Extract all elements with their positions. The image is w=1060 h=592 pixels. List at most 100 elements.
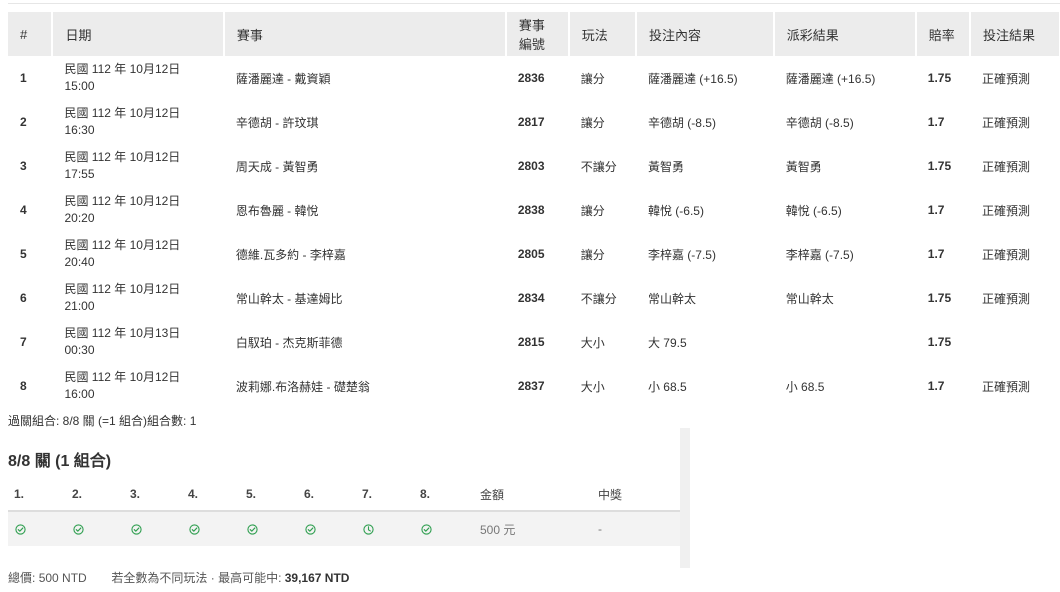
row-date-time: 15:00 [64, 79, 95, 93]
check-icon [421, 512, 432, 546]
row-odds: 1.75 [927, 291, 952, 305]
row-event-id: 2836 [517, 71, 545, 85]
row-date-day: 民國 112 年 10月12日 [64, 150, 181, 164]
row-date-time: 16:00 [64, 387, 95, 401]
row-odds: 1.7 [927, 115, 945, 129]
row-odds: 1.7 [927, 203, 945, 217]
win-header: 中獎 [598, 487, 623, 502]
row-play-type: 讓分 [580, 203, 605, 218]
row-event: 常山幹太 - 基達姆比 [235, 291, 343, 306]
row-bet-outcome: 正確預測 [982, 247, 1031, 262]
row-date: 民國 112 年 10月12日 17:55 [52, 144, 223, 188]
row-play-type: 不讓分 [580, 159, 617, 174]
max-win-note: 若全數為不同玩法 · 最高可能中: [111, 571, 282, 585]
row-event: 辛德胡 - 許玟琪 [235, 115, 319, 130]
leg-number-7: 7. [362, 487, 373, 501]
max-win-value: 39,167 NTD [284, 571, 350, 585]
row-bet-content: 薩潘麗達 (+16.5) [647, 71, 738, 86]
row-index: 5 [20, 247, 27, 261]
row-bet-content: 李梓嘉 (-7.5) [647, 247, 716, 262]
header-bet-outcome: 投注結果 [970, 12, 1059, 56]
table-row: 3 民國 112 年 10月12日 17:55 周天成 - 黃智勇 2803 不讓分 黃智勇… [8, 144, 1059, 188]
row-payout-result: 常山幹太 [785, 291, 834, 306]
table-row: 5 民國 112 年 10月12日 20:40 德維.瓦多約 - 李梓嘉 2805 讓分 李… [8, 232, 1059, 276]
row-bet-outcome: 正確預測 [982, 159, 1031, 174]
row-bet-content: 黃智勇 [647, 159, 684, 174]
row-payout-result: 黃智勇 [785, 159, 822, 174]
total-label: 總價: [8, 571, 36, 585]
leg-number-2: 2. [72, 487, 83, 501]
row-event-id: 2815 [517, 335, 545, 349]
header-event: 賽事 [223, 12, 507, 56]
row-date-time: 20:40 [64, 255, 95, 269]
row-index: 4 [20, 203, 27, 217]
row-bet-outcome: 正確預測 [982, 203, 1031, 218]
table-row: 7 民國 112 年 10月13日 00:30 白馭珀 - 杰克斯菲德 2815 大小 大 … [8, 320, 1059, 364]
row-bet-outcome: 正確預測 [982, 71, 1031, 86]
row-payout-result: 小 68.5 [785, 379, 825, 394]
check-icon [73, 512, 84, 546]
row-bet-content: 常山幹太 [647, 291, 696, 306]
top-divider [8, 3, 1060, 4]
row-date: 民國 112 年 10月12日 16:00 [52, 364, 223, 408]
row-date-time: 20:20 [64, 211, 95, 225]
header-odds: 賠率 [915, 12, 972, 56]
row-bet-content: 韓悅 (-6.5) [647, 203, 704, 218]
row-event: 白馭珀 - 杰克斯菲德 [235, 335, 343, 350]
row-play-type: 大小 [580, 379, 605, 394]
row-date: 民國 112 年 10月13日 00:30 [52, 320, 223, 364]
leg-number-8: 8. [420, 487, 431, 501]
check-icon [247, 512, 258, 546]
leg-number-5: 5. [246, 487, 257, 501]
combo-title: 8/8 關 (1 組合) [8, 453, 112, 470]
amount-header: 金額 [480, 487, 505, 502]
row-index: 2 [20, 115, 27, 129]
row-event: 薩潘麗達 - 戴資穎 [235, 71, 331, 86]
row-date: 民國 112 年 10月12日 21:00 [52, 276, 223, 320]
table-header-row: # 日期 賽事 賽事編號 玩法 投注內容 派彩結果 賠率 投注結果 [8, 12, 1059, 56]
row-index: 1 [20, 71, 27, 85]
row-play-type: 不讓分 [580, 291, 617, 306]
row-bet-outcome: 正確預測 [982, 115, 1031, 130]
table-row: 2 民國 112 年 10月12日 16:30 辛德胡 - 許玟琪 2817 讓分 辛德胡 … [8, 100, 1059, 144]
row-date-day: 民國 112 年 10月13日 [64, 326, 181, 340]
row-event-id: 2805 [517, 247, 545, 261]
footer-summary: 總價: 500 NTD 若全數為不同玩法 · 最高可能中: 39,167 NTD [8, 569, 349, 586]
row-event-id: 2838 [517, 203, 545, 217]
row-payout-result: 辛德胡 (-8.5) [785, 115, 854, 130]
clock-icon [363, 512, 374, 546]
amount-value: 500 元 [480, 522, 516, 537]
row-date: 民國 112 年 10月12日 20:20 [52, 188, 223, 232]
row-odds: 1.75 [927, 335, 952, 349]
row-date-day: 民國 112 年 10月12日 [64, 370, 181, 384]
bets-table: # 日期 賽事 賽事編號 玩法 投注內容 派彩結果 賠率 投注結果 1 民國 11… [8, 12, 1059, 408]
header-play-type: 玩法 [568, 12, 637, 56]
row-index: 6 [20, 291, 27, 305]
parlay-combo-row: 500 元 - [8, 512, 680, 546]
combo-summary: 過關組合: 8/8 關 (=1 組合)組合數: 1 [8, 414, 197, 428]
row-payout-result [774, 320, 916, 364]
row-event: 周天成 - 黃智勇 [235, 159, 319, 174]
row-date-time: 17:55 [64, 167, 95, 181]
table-row: 6 民國 112 年 10月12日 21:00 常山幹太 - 基達姆比 2834 不讓分 常… [8, 276, 1059, 320]
row-date-day: 民國 112 年 10月12日 [64, 106, 181, 120]
row-bet-content: 辛德胡 (-8.5) [647, 115, 716, 130]
header-date: 日期 [52, 12, 225, 56]
row-date-day: 民國 112 年 10月12日 [64, 194, 181, 208]
table-row: 1 民國 112 年 10月12日 15:00 薩潘麗達 - 戴資穎 2836 讓分 薩潘麗… [8, 56, 1059, 100]
row-event: 德維.瓦多約 - 李梓嘉 [235, 247, 346, 262]
leg-number-1: 1. [14, 487, 25, 501]
row-bet-outcome: 正確預測 [982, 379, 1031, 394]
row-bet-outcome: 正確預測 [982, 291, 1031, 306]
win-value: - [598, 522, 602, 536]
check-icon [305, 512, 316, 546]
header-payout-result: 派彩結果 [773, 12, 917, 56]
table-row: 4 民國 112 年 10月12日 20:20 恩布魯麗 - 韓悅 2838 讓分 韓悅 (… [8, 188, 1059, 232]
row-event-id: 2817 [517, 115, 545, 129]
scrollbar[interactable] [680, 428, 690, 568]
row-date: 民國 112 年 10月12日 16:30 [52, 100, 223, 144]
parlay-header-row: 1. 2. 3. 4. 5. 6. 7. 8. 金額 中獎 [8, 478, 680, 512]
row-payout-result: 韓悅 (-6.5) [785, 203, 842, 218]
check-icon [15, 512, 26, 546]
row-odds: 1.75 [927, 71, 952, 85]
